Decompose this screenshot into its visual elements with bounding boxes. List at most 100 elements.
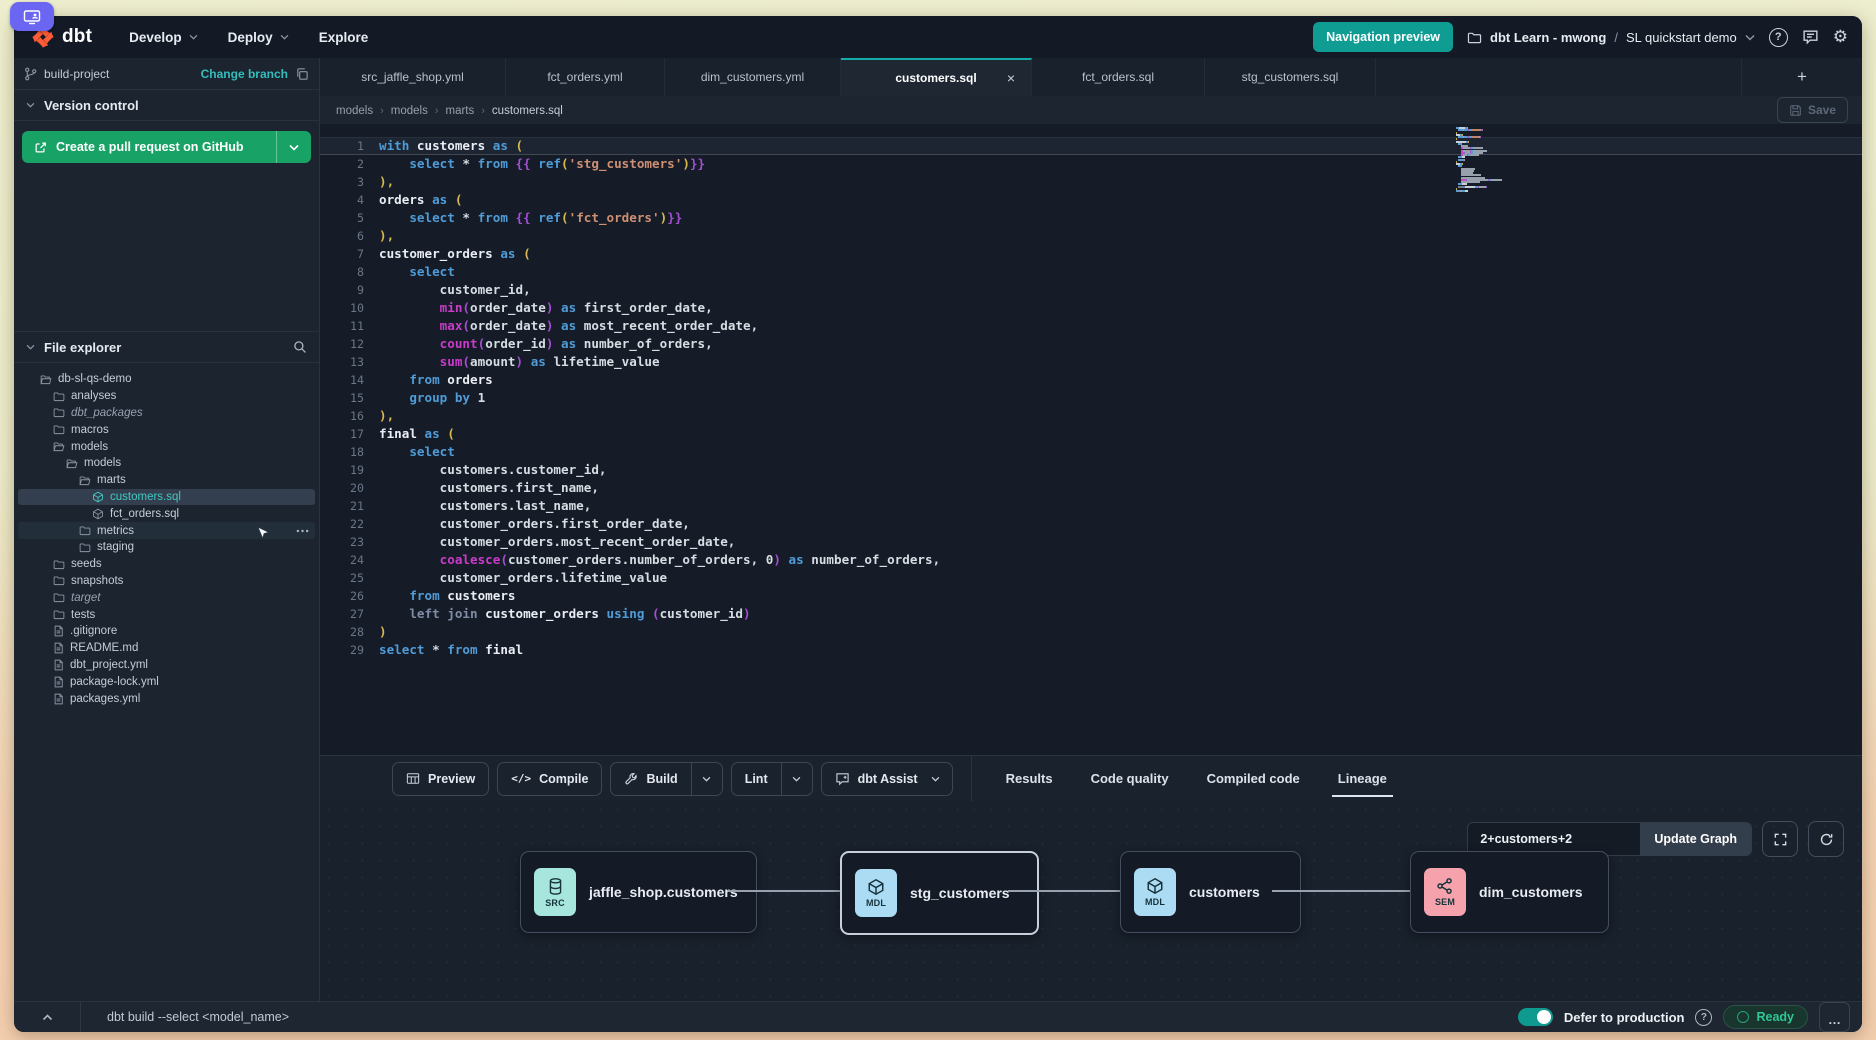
- lineage-node-stg-customers[interactable]: MDLstg_customers: [840, 851, 1039, 935]
- dbt-assist-button[interactable]: dbt Assist: [821, 762, 953, 796]
- code-line[interactable]: 29select * from final: [320, 641, 1862, 659]
- tab-customers-sql[interactable]: customers.sql×: [841, 58, 1032, 96]
- tab-stg-customers-sql[interactable]: stg_customers.sql: [1205, 58, 1376, 96]
- code-line[interactable]: 18 select: [320, 443, 1862, 461]
- command-input[interactable]: dbt build --select <model_name>: [107, 1010, 289, 1024]
- tab-src-jaffle-shop-yml[interactable]: src_jaffle_shop.yml: [320, 58, 506, 96]
- account-breadcrumb[interactable]: dbt Learn - mwong / SL quickstart demo: [1467, 30, 1755, 45]
- tree-item-customers-sql[interactable]: customers.sql: [18, 489, 315, 506]
- pr-dropdown-button[interactable]: [276, 131, 311, 163]
- code-line[interactable]: 25 customer_orders.lifetime_value: [320, 569, 1862, 587]
- tree-item-metrics[interactable]: metrics: [18, 522, 315, 539]
- code-line[interactable]: 7customer_orders as (: [320, 245, 1862, 263]
- code-line[interactable]: 8 select: [320, 263, 1862, 281]
- tree-item-gitignore[interactable]: .gitignore: [18, 623, 315, 640]
- tree-item-seeds[interactable]: seeds: [18, 556, 315, 573]
- compile-button[interactable]: </>Compile: [497, 762, 602, 796]
- command-bar-expand-button[interactable]: [14, 1002, 81, 1032]
- help-icon[interactable]: ?: [1769, 28, 1788, 47]
- update-graph-button[interactable]: Update Graph: [1640, 823, 1751, 855]
- code-line[interactable]: 20 customers.first_name,: [320, 479, 1862, 497]
- lineage-node-jaffle-shop-customers[interactable]: SRCjaffle_shop.customers: [520, 851, 757, 933]
- panel-tab-code-quality[interactable]: Code quality: [1089, 758, 1171, 799]
- change-branch-link[interactable]: Change branch: [201, 67, 288, 81]
- code-line[interactable]: 17final as (: [320, 425, 1862, 443]
- tree-item-staging[interactable]: staging: [18, 539, 315, 556]
- code-line[interactable]: 12 count(order_id) as number_of_orders,: [320, 335, 1862, 353]
- lint-dropdown-button[interactable]: [781, 763, 812, 795]
- version-control-header[interactable]: Version control: [14, 90, 319, 121]
- code-line[interactable]: 26 from customers: [320, 587, 1862, 605]
- breadcrumb-item[interactable]: marts: [446, 105, 475, 117]
- lint-button[interactable]: Lint: [731, 762, 813, 796]
- lineage-node-customers[interactable]: MDLcustomers: [1120, 851, 1301, 933]
- defer-toggle[interactable]: [1518, 1008, 1553, 1026]
- editor-minimap[interactable]: [1456, 127, 1512, 192]
- code-line[interactable]: 23 customer_orders.most_recent_order_dat…: [320, 533, 1862, 551]
- code-line[interactable]: 14 from orders: [320, 371, 1862, 389]
- close-icon[interactable]: ×: [1007, 70, 1015, 86]
- build-button[interactable]: Build: [610, 762, 722, 796]
- status-badge[interactable]: Ready: [1723, 1005, 1808, 1029]
- save-button[interactable]: Save: [1777, 97, 1848, 123]
- refresh-button[interactable]: [1808, 821, 1844, 857]
- panel-tab-lineage[interactable]: Lineage: [1336, 758, 1389, 799]
- tree-item-snapshots[interactable]: snapshots: [18, 573, 315, 590]
- code-editor[interactable]: 1with customers as (2 select * from {{ r…: [320, 124, 1862, 755]
- code-line[interactable]: 27 left join customer_orders using (cust…: [320, 605, 1862, 623]
- code-line[interactable]: 21 customers.last_name,: [320, 497, 1862, 515]
- panel-tab-compiled-code[interactable]: Compiled code: [1205, 758, 1302, 799]
- search-icon[interactable]: [293, 340, 307, 354]
- tree-item-macros[interactable]: macros: [18, 421, 315, 438]
- breadcrumb-item[interactable]: models: [391, 105, 428, 117]
- preview-button[interactable]: Preview: [392, 762, 489, 796]
- menu-deploy[interactable]: Deploy: [213, 30, 304, 45]
- code-line[interactable]: 4orders as (: [320, 191, 1862, 209]
- tree-item-readme-md[interactable]: README.md: [18, 640, 315, 657]
- code-line[interactable]: 13 sum(amount) as lifetime_value: [320, 353, 1862, 371]
- build-dropdown-button[interactable]: [691, 763, 722, 795]
- defer-help-icon[interactable]: ?: [1695, 1009, 1712, 1026]
- create-pr-button[interactable]: Create a pull request on GitHub: [22, 131, 311, 163]
- tree-item-analyses[interactable]: analyses: [18, 388, 315, 405]
- fullscreen-button[interactable]: [1762, 821, 1798, 857]
- breadcrumb-item[interactable]: models: [336, 105, 373, 117]
- tree-item-models[interactable]: models: [18, 438, 315, 455]
- menu-develop[interactable]: Develop: [114, 30, 213, 45]
- tree-item-models[interactable]: models: [18, 455, 315, 472]
- more-options-icon[interactable]: [296, 529, 309, 533]
- screen-share-badge[interactable]: [10, 2, 54, 31]
- tree-item-dbt-project-yml[interactable]: dbt_project.yml: [18, 657, 315, 674]
- code-line[interactable]: 9 customer_id,: [320, 281, 1862, 299]
- code-line[interactable]: 22 customer_orders.first_order_date,: [320, 515, 1862, 533]
- tree-item-tests[interactable]: tests: [18, 606, 315, 623]
- code-line[interactable]: 24 coalesce(customer_orders.number_of_or…: [320, 551, 1862, 569]
- breadcrumb-item[interactable]: customers.sql: [492, 105, 563, 117]
- code-line[interactable]: 15 group by 1: [320, 389, 1862, 407]
- tree-item-packages-yml[interactable]: packages.yml: [18, 690, 315, 707]
- tree-item-db-sl-qs-demo[interactable]: db-sl-qs-demo: [18, 371, 315, 388]
- code-line[interactable]: 1with customers as (: [320, 137, 1862, 155]
- code-line[interactable]: 5 select * from {{ ref('fct_orders')}}: [320, 209, 1862, 227]
- file-explorer-header[interactable]: File explorer: [14, 332, 319, 363]
- panel-tab-results[interactable]: Results: [1004, 758, 1055, 799]
- code-line[interactable]: 10 min(order_date) as first_order_date,: [320, 299, 1862, 317]
- lineage-node-dim-customers[interactable]: SEMdim_customers: [1410, 851, 1609, 933]
- code-line[interactable]: 6),: [320, 227, 1862, 245]
- code-line[interactable]: 28): [320, 623, 1862, 641]
- tree-item-package-lock-yml[interactable]: package-lock.yml: [18, 673, 315, 690]
- code-line[interactable]: 2 select * from {{ ref('stg_customers')}…: [320, 155, 1862, 173]
- tree-item-target[interactable]: target: [18, 589, 315, 606]
- menu-explore[interactable]: Explore: [304, 30, 384, 45]
- copy-icon[interactable]: [295, 67, 309, 81]
- code-line[interactable]: 16),: [320, 407, 1862, 425]
- code-line[interactable]: 19 customers.customer_id,: [320, 461, 1862, 479]
- tree-item-dbt-packages[interactable]: dbt_packages: [18, 405, 315, 422]
- tab-fct-orders-sql[interactable]: fct_orders.sql: [1032, 58, 1205, 96]
- lineage-canvas[interactable]: 2+customers+2 Update Graph: [320, 801, 1862, 1001]
- code-line[interactable]: 11 max(order_date) as most_recent_order_…: [320, 317, 1862, 335]
- tab-fct-orders-yml[interactable]: fct_orders.yml: [506, 58, 665, 96]
- tree-item-fct-orders-sql[interactable]: fct_orders.sql: [18, 505, 315, 522]
- tab-dim-customers-yml[interactable]: dim_customers.yml: [665, 58, 841, 96]
- new-tab-button[interactable]: +: [1742, 58, 1862, 96]
